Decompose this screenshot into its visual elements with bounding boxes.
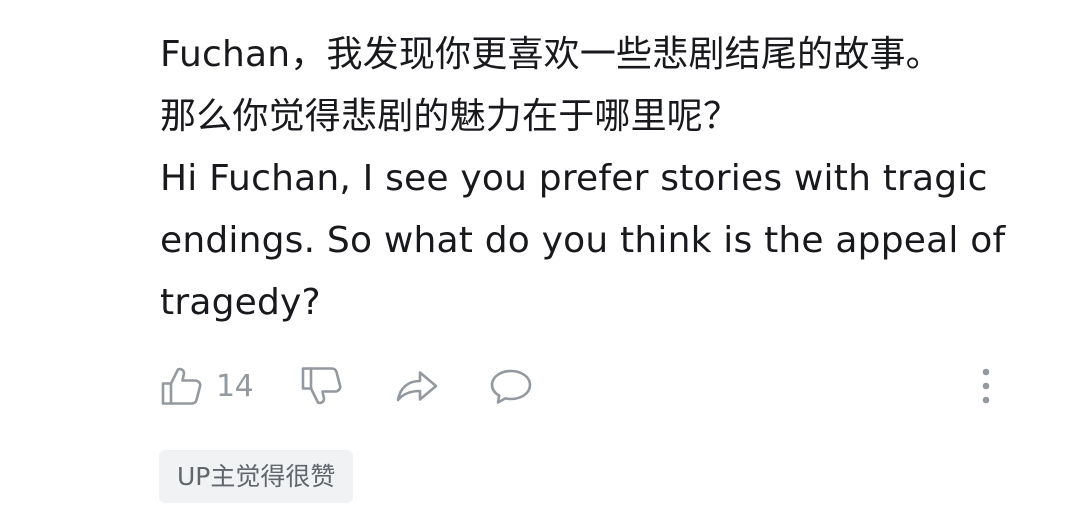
share-button[interactable] (394, 356, 440, 416)
comment-action-bar: 14 (160, 356, 1000, 416)
like-button[interactable]: 14 (160, 356, 254, 416)
more-button[interactable] (970, 356, 1002, 416)
vertical-ellipsis-icon (970, 364, 1002, 408)
thumbs-down-icon (300, 364, 344, 408)
speech-bubble-icon (488, 364, 534, 408)
share-arrow-icon (394, 364, 440, 408)
comment-text: Fuchan，我发现你更喜欢一些悲剧结尾的故事。 那么你觉得悲剧的魅力在于哪里呢… (160, 34, 1006, 323)
dislike-button[interactable] (300, 356, 344, 416)
thumbs-up-icon (160, 364, 204, 408)
up-liked-tag: UP主觉得很赞 (159, 450, 354, 503)
like-count: 14 (216, 368, 254, 404)
reply-button[interactable] (488, 356, 534, 416)
